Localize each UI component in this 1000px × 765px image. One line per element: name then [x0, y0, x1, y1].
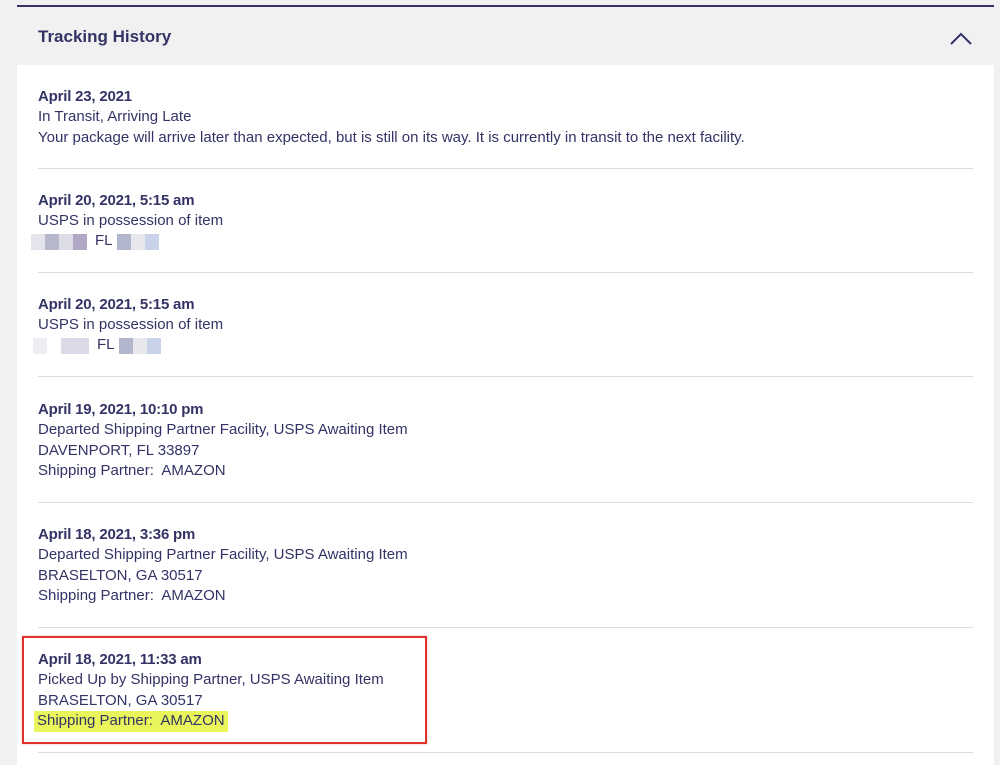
- redacted-city: [61, 337, 89, 354]
- chevron-up-icon: [950, 32, 972, 45]
- event-location: BRASELTON, GA 30517: [38, 691, 203, 709]
- partner-highlight: Shipping Partner: AMAZON: [34, 711, 228, 732]
- tracking-event: April 20, 2021, 5:15 am USPS in possessi…: [33, 294, 973, 377]
- event-date: April 20, 2021, 5:15 am: [38, 192, 195, 209]
- event-status: In Transit, Arriving Late: [38, 108, 192, 125]
- event-partner: Shipping Partner: AMAZON: [38, 462, 226, 479]
- redacted-city: [45, 233, 59, 250]
- event-location: FL: [31, 232, 973, 252]
- event-location: BRASELTON, GA 30517: [38, 566, 203, 584]
- redacted-zip: [144, 233, 159, 250]
- collapse-button[interactable]: [948, 25, 974, 51]
- redacted-zip: [116, 233, 131, 250]
- tracking-history-body: April 23, 2021 In Transit, Arriving Late…: [17, 65, 994, 765]
- tracking-event: April 19, 2021, 10:10 pm Departed Shippi…: [38, 399, 973, 503]
- event-date: April 19, 2021, 10:10 pm: [38, 401, 204, 418]
- event-state: FL: [95, 232, 113, 250]
- redacted-city: [59, 233, 73, 250]
- tracking-event: April 23, 2021 In Transit, Arriving Late…: [38, 86, 973, 169]
- tracking-history-header[interactable]: Tracking History: [17, 7, 994, 65]
- redacted-city: [73, 233, 87, 250]
- event-partner: Shipping Partner: AMAZON: [38, 587, 226, 604]
- tracking-event: April 18, 2021, 11:33 am Picked Up by Sh…: [34, 649, 973, 753]
- event-location: FL: [33, 336, 973, 356]
- redacted-zip: [146, 337, 161, 354]
- redacted-city: [47, 337, 61, 354]
- redacted-zip: [132, 337, 147, 354]
- redacted-city: [31, 233, 45, 250]
- event-date: April 18, 2021, 11:33 am: [38, 651, 202, 668]
- event-date: April 23, 2021: [38, 88, 132, 105]
- event-status: Picked Up by Shipping Partner, USPS Awai…: [38, 671, 384, 688]
- panel-title: Tracking History: [38, 27, 172, 46]
- redacted-zip: [118, 337, 133, 354]
- tracking-event: April 18, 2021, 3:36 pm Departed Shippin…: [38, 524, 973, 628]
- event-detail: Your package will arrive later than expe…: [38, 128, 745, 146]
- event-partner-highlighted: Shipping Partner: AMAZON: [34, 711, 973, 732]
- event-status: USPS in possession of item: [38, 212, 224, 229]
- redacted-zip: [130, 233, 145, 250]
- tracking-event: April 20, 2021, 5:15 am USPS in possessi…: [31, 190, 973, 273]
- redacted-city: [33, 337, 47, 354]
- event-status: USPS in possession of item: [38, 316, 224, 333]
- event-date: April 18, 2021, 3:36 pm: [38, 526, 196, 543]
- event-location: DAVENPORT, FL 33897: [38, 441, 200, 459]
- event-status: Departed Shipping Partner Facility, USPS…: [38, 421, 408, 438]
- event-status: Departed Shipping Partner Facility, USPS…: [38, 546, 408, 563]
- event-state: FL: [97, 336, 115, 354]
- event-date: April 20, 2021, 5:15 am: [38, 296, 195, 313]
